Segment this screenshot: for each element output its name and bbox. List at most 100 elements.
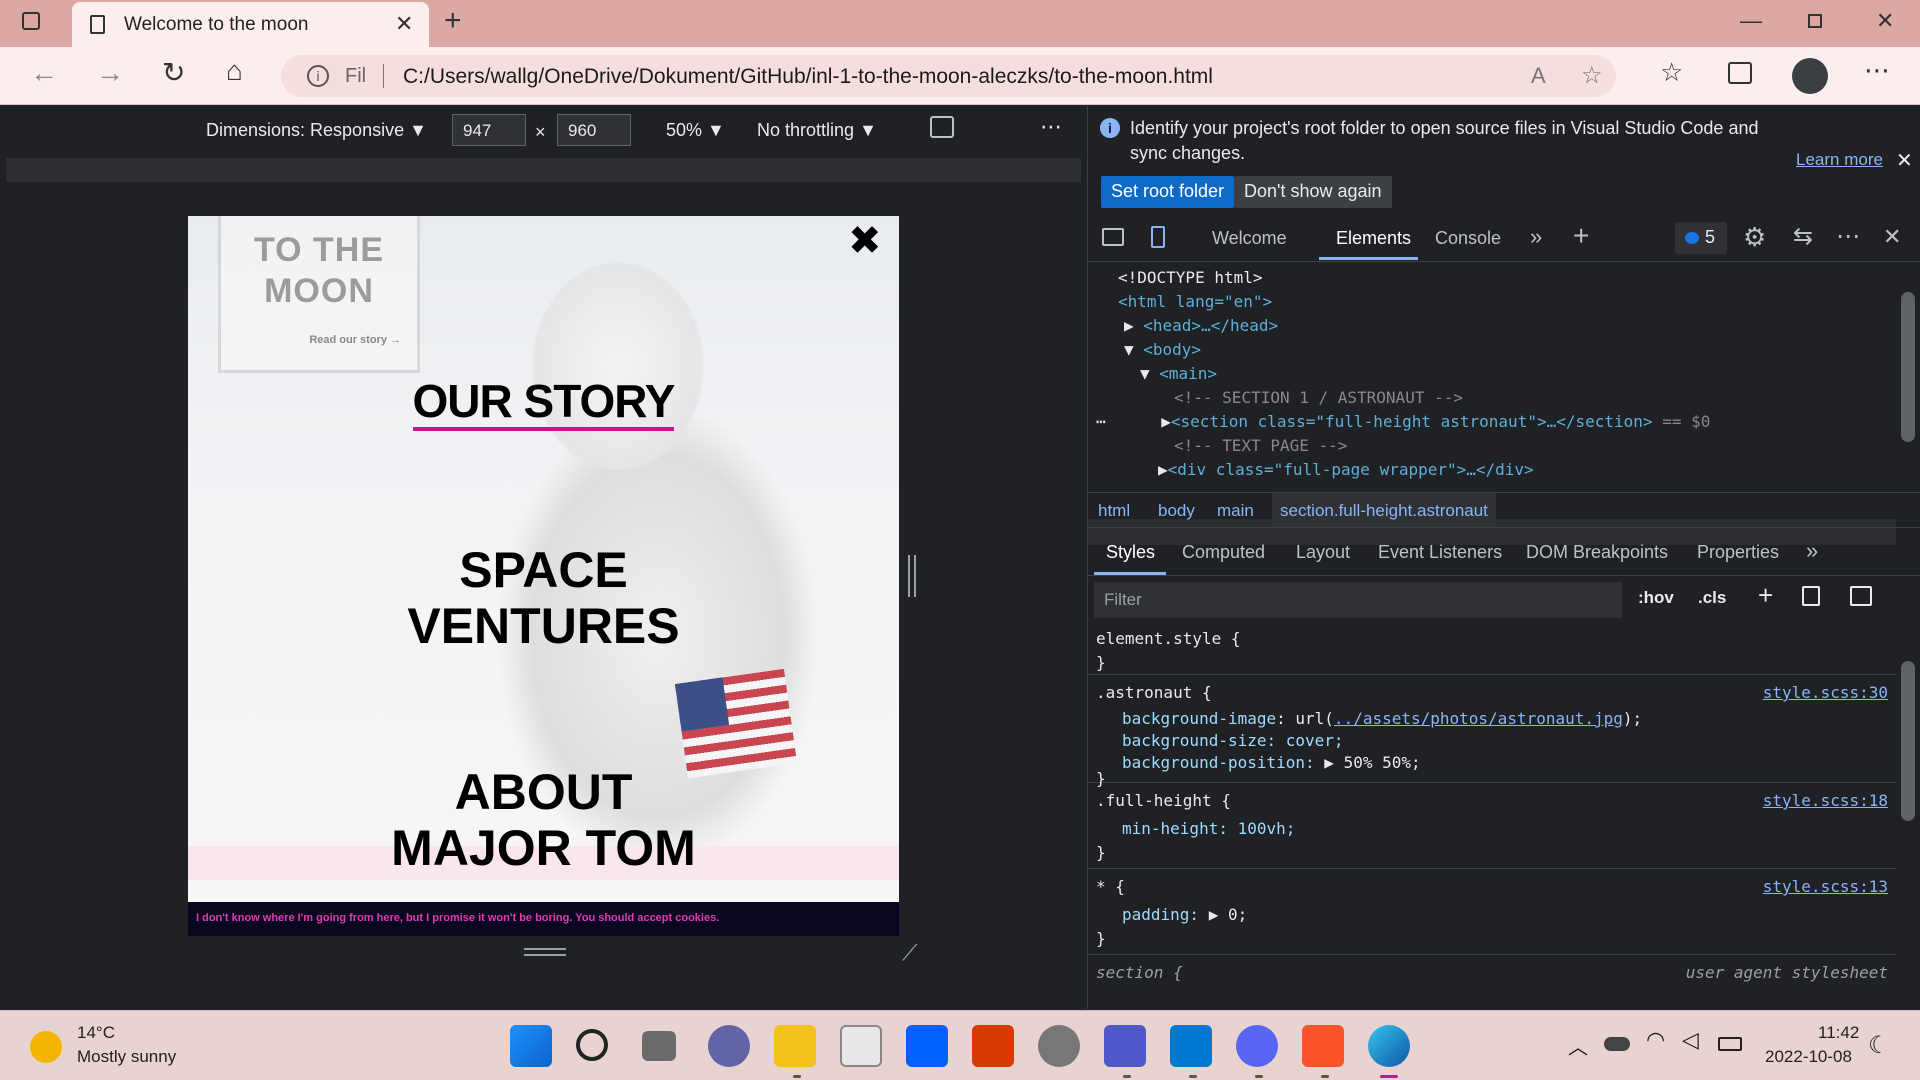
menu-close-icon[interactable]: ✖ [848, 218, 882, 264]
dom-main[interactable]: ▼ <main> [1140, 362, 1217, 386]
new-tab-button[interactable]: + [444, 4, 462, 38]
tab-close-icon[interactable]: ✕ [395, 11, 413, 37]
rule-star[interactable]: * { style.scss:13 padding: ▶ 0; } [1088, 869, 1896, 955]
settings-app-icon[interactable] [1038, 1025, 1080, 1067]
dom-head[interactable]: ▶ <head>…</head> [1124, 314, 1278, 338]
set-root-folder-button[interactable]: Set root folder [1101, 176, 1235, 208]
more-options-icon[interactable]: ⋯ [1040, 114, 1062, 140]
rule-element-style[interactable]: element.style { } [1088, 621, 1896, 675]
discord-icon[interactable] [1236, 1025, 1278, 1067]
about-major-tom-link[interactable]: ABOUT MAJOR TOM [188, 764, 899, 876]
dom-comment-1[interactable]: <!-- SECTION 1 / ASTRONAUT --> [1174, 386, 1463, 410]
dom-section[interactable]: ⋯ ▶<section class="full-height astronaut… [1096, 410, 1710, 434]
favorites-icon[interactable]: ☆ [1660, 57, 1683, 88]
read-story-link[interactable]: Read our story → [309, 334, 401, 346]
row-more-icon[interactable]: ⋯ [1096, 412, 1115, 431]
more-menu-icon[interactable]: ⋯ [1864, 55, 1890, 86]
crumb-section[interactable]: section.full-height.astronaut [1272, 493, 1496, 527]
sidebar-toggle-icon[interactable] [1850, 586, 1872, 606]
decl-background-image[interactable]: background-image: url(../assets/photos/a… [1122, 709, 1642, 728]
office-icon[interactable] [972, 1025, 1014, 1067]
read-aloud-icon[interactable]: A [1531, 63, 1546, 89]
rule-astronaut[interactable]: .astronaut { style.scss:30 background-im… [1088, 675, 1896, 788]
issues-badge[interactable]: 5 [1675, 222, 1727, 254]
more-tabs-icon[interactable]: » [1530, 224, 1542, 250]
weather-temp[interactable]: 14°C [77, 1023, 115, 1043]
learn-more-link[interactable]: Learn more [1796, 150, 1883, 170]
dont-show-again-button[interactable]: Don't show again [1234, 176, 1392, 208]
weather-desc[interactable]: Mostly sunny [77, 1047, 176, 1067]
rule-section[interactable]: section { user agent stylesheet [1088, 955, 1896, 985]
edge-icon[interactable] [1368, 1025, 1410, 1067]
device-emulation-icon[interactable] [1151, 226, 1165, 248]
vscode-icon[interactable] [1170, 1025, 1212, 1067]
subtab-dom-breakpoints[interactable]: DOM Breakpoints [1526, 542, 1668, 563]
crumb-html[interactable]: html [1098, 501, 1130, 521]
volume-icon[interactable]: ◁ [1682, 1027, 1699, 1053]
onedrive-icon[interactable] [1604, 1037, 1630, 1051]
dimensions-dropdown[interactable]: Dimensions: Responsive ▼ [206, 120, 427, 141]
subtab-layout[interactable]: Layout [1296, 542, 1350, 563]
decl-min-height[interactable]: min-height: 100vh; [1122, 819, 1295, 838]
decl-padding[interactable]: padding: ▶ 0; [1122, 905, 1247, 924]
close-window-icon[interactable]: ✕ [1876, 8, 1894, 34]
crumb-body[interactable]: body [1158, 501, 1195, 521]
tab-actions-icon[interactable] [22, 12, 40, 30]
media-query-ruler[interactable] [6, 158, 1081, 182]
dom-comment-2[interactable]: <!-- TEXT PAGE --> [1174, 434, 1347, 458]
decl-background-size[interactable]: background-size: cover; [1122, 731, 1344, 750]
rotate-icon[interactable] [930, 116, 954, 138]
store-icon[interactable] [840, 1025, 882, 1067]
clock-time[interactable]: 11:42 [1818, 1023, 1859, 1043]
cls-toggle[interactable]: .cls [1698, 588, 1726, 608]
subtab-event-listeners[interactable]: Event Listeners [1378, 542, 1502, 563]
brave-icon[interactable] [1302, 1025, 1344, 1067]
dom-body[interactable]: ▼ <body> [1124, 338, 1201, 362]
viewport-height-handle[interactable] [524, 948, 566, 956]
collapse-icon[interactable]: ▼ [1140, 364, 1159, 383]
subtab-properties[interactable]: Properties [1697, 542, 1779, 563]
expand-icon[interactable]: ▶ [1158, 460, 1168, 479]
chat-icon[interactable] [708, 1025, 750, 1067]
battery-icon[interactable] [1718, 1037, 1742, 1051]
more-subtabs-icon[interactable]: » [1806, 538, 1818, 564]
tray-chevron-icon[interactable]: ︿ [1568, 1031, 1588, 1060]
astronaut-source-link[interactable]: style.scss:30 [1763, 683, 1888, 702]
collapse-icon[interactable]: ▼ [1124, 340, 1143, 359]
tab-welcome[interactable]: Welcome [1212, 228, 1287, 249]
restore-icon[interactable] [1808, 14, 1822, 28]
paint-icon[interactable] [1802, 586, 1820, 606]
info-icon[interactable]: i [307, 65, 329, 87]
resize-corner-icon[interactable]: ⟋ [902, 940, 917, 966]
close-devtools-icon[interactable]: ✕ [1883, 224, 1901, 250]
our-story-link[interactable]: OUR STORY [188, 374, 899, 431]
hov-toggle[interactable]: :hov [1638, 588, 1674, 608]
subtab-computed[interactable]: Computed [1182, 542, 1265, 563]
width-input[interactable]: 947 [452, 114, 526, 146]
rule-full-height[interactable]: .full-height { style.scss:18 min-height:… [1088, 783, 1896, 869]
back-icon[interactable]: ← [30, 57, 58, 89]
tab-elements[interactable]: Elements [1336, 228, 1411, 249]
dom-html[interactable]: <html lang="en"> [1118, 290, 1272, 314]
teams-icon[interactable] [1104, 1025, 1146, 1067]
start-icon[interactable] [510, 1025, 552, 1067]
subtab-styles[interactable]: Styles [1106, 542, 1155, 563]
new-rule-icon[interactable]: + [1758, 580, 1773, 611]
dropbox-icon[interactable] [906, 1025, 948, 1067]
home-icon[interactable]: ⌂ [226, 55, 243, 87]
space-ventures-link[interactable]: SPACE VENTURES [188, 542, 899, 654]
viewport-width-handle[interactable] [908, 555, 916, 597]
weather-icon[interactable] [30, 1031, 62, 1063]
dom-scrollbar-thumb[interactable] [1901, 292, 1915, 442]
infobar-close-icon[interactable]: ✕ [1896, 148, 1913, 173]
customize-icon[interactable]: ⇆ [1793, 222, 1813, 251]
settings-icon[interactable]: ⚙ [1743, 222, 1766, 253]
height-input[interactable]: 960 [557, 114, 631, 146]
inspect-icon[interactable] [1102, 228, 1124, 246]
expand-icon[interactable]: ▶ [1161, 412, 1171, 431]
bg-image-url[interactable]: ../assets/photos/astronaut.jpg [1334, 709, 1623, 728]
styles-filter-input[interactable]: Filter [1094, 582, 1622, 618]
expand-icon[interactable]: ▶ [1124, 316, 1143, 335]
file-explorer-icon[interactable] [774, 1025, 816, 1067]
throttling-dropdown[interactable]: No throttling ▼ [757, 120, 877, 141]
